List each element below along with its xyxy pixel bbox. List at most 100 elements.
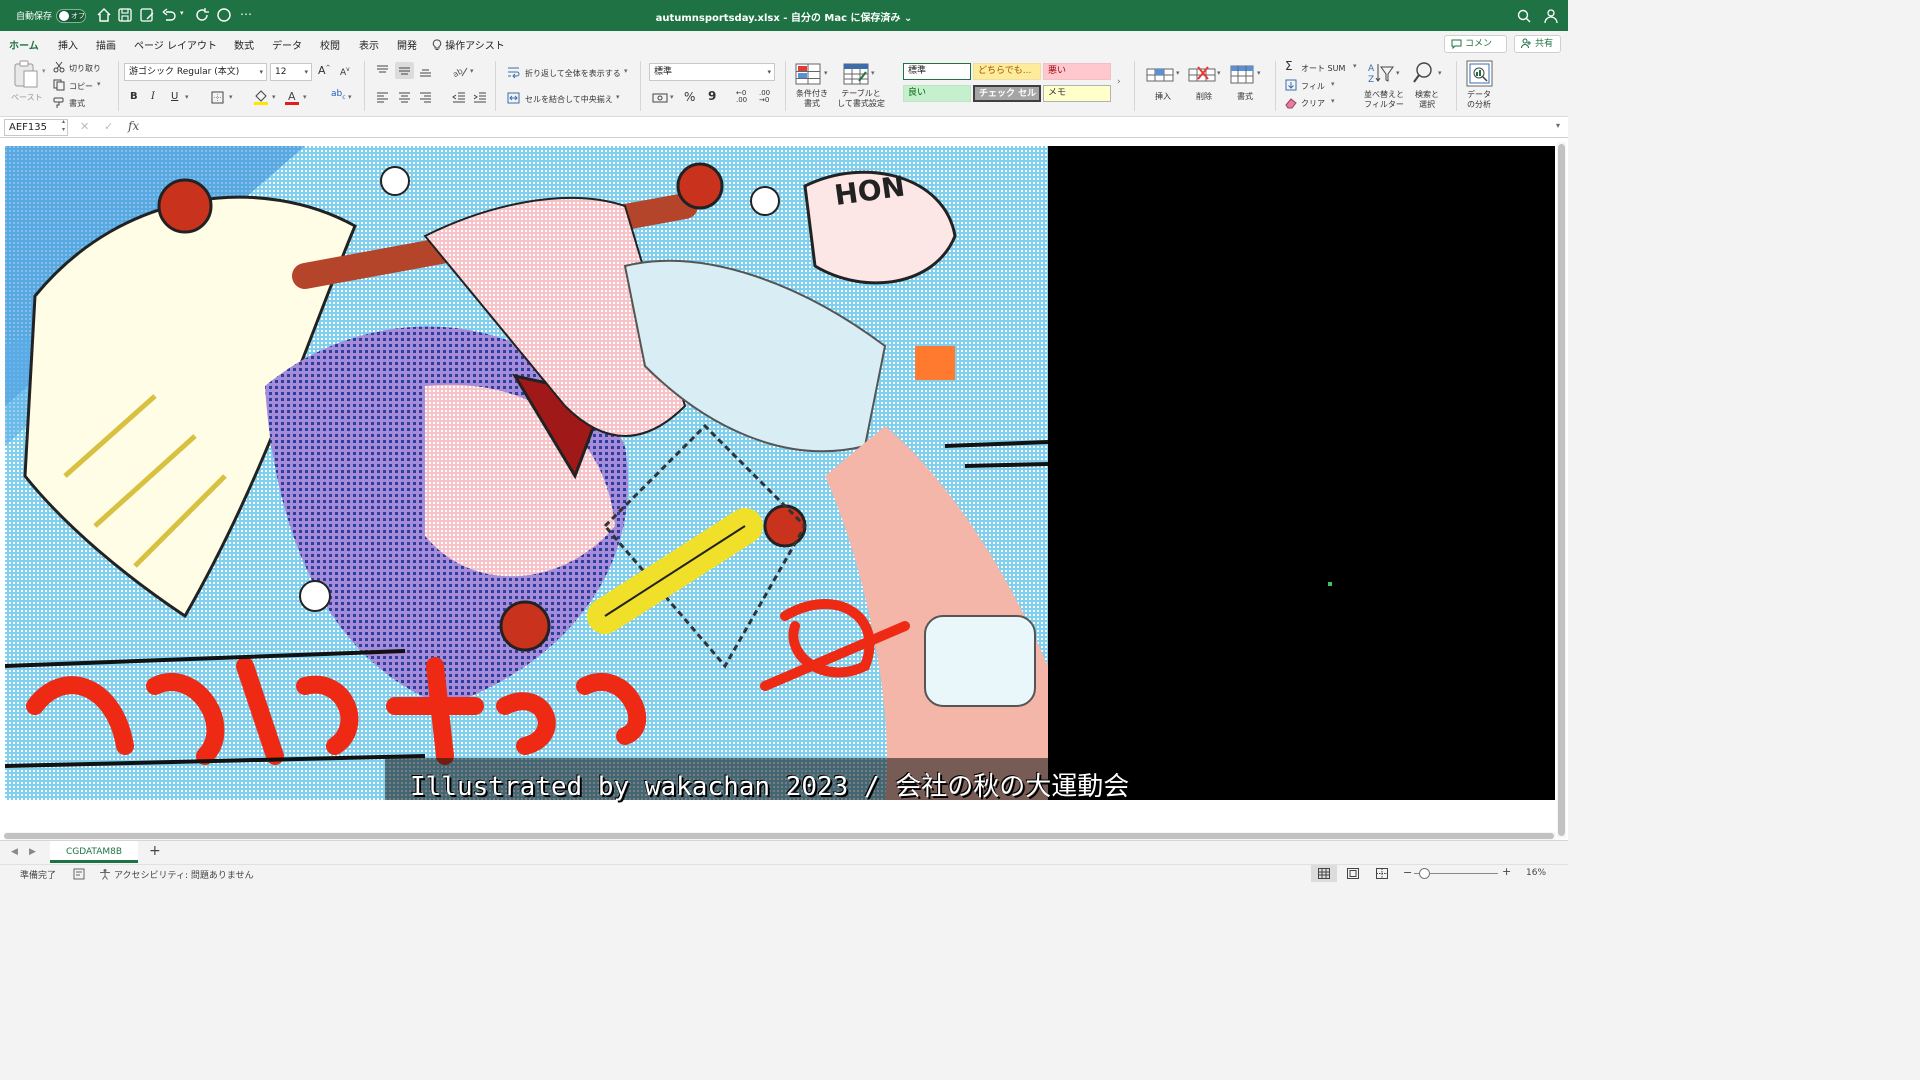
share-button[interactable]: 共有: [1514, 35, 1561, 53]
borders-dropdown-icon[interactable]: ▾: [229, 93, 233, 101]
tab-insert[interactable]: 挿入: [58, 37, 78, 52]
align-left-icon[interactable]: [376, 92, 389, 104]
zoom-out-icon[interactable]: −: [1403, 866, 1412, 879]
insert-function-button[interactable]: fx: [128, 119, 139, 133]
paste-icon[interactable]: [12, 60, 40, 90]
prev-sheet-icon[interactable]: ◀: [11, 847, 18, 857]
clear-label[interactable]: クリア: [1301, 98, 1325, 109]
format-as-table-icon[interactable]: [843, 63, 869, 85]
style-normal[interactable]: 標準: [903, 63, 971, 80]
search-icon[interactable]: [1516, 8, 1532, 24]
zoom-level[interactable]: 16%: [1526, 868, 1546, 878]
tab-tell-me[interactable]: 操作アシスト: [432, 37, 505, 52]
font-color-icon[interactable]: A: [284, 89, 300, 105]
tab-review[interactable]: 校閲: [320, 37, 340, 52]
wrap-text-icon[interactable]: [507, 66, 520, 79]
tab-home[interactable]: ホーム: [9, 37, 39, 58]
style-note[interactable]: メモ: [1043, 85, 1111, 102]
page-layout-view-icon[interactable]: [1347, 868, 1359, 879]
autosum-icon[interactable]: Σ: [1285, 59, 1293, 73]
fill-label[interactable]: フィル: [1301, 81, 1325, 92]
autosum-dropdown-icon[interactable]: ▾: [1353, 62, 1357, 70]
insert-dropdown-icon[interactable]: ▾: [1176, 69, 1180, 77]
macro-record-icon[interactable]: [73, 868, 85, 880]
style-good[interactable]: 良い: [903, 85, 971, 102]
conditional-dropdown-icon[interactable]: ▾: [824, 69, 828, 77]
font-name-dropdown[interactable]: 游ゴシック Regular (本文) ▾: [124, 63, 267, 81]
name-box-stepper-icon[interactable]: ▴ ▾: [62, 118, 65, 134]
style-bad[interactable]: 悪い: [1043, 63, 1111, 80]
sort-filter-label[interactable]: 並べ替えと フィルター: [1361, 90, 1407, 110]
format-dropdown-icon[interactable]: ▾: [1257, 69, 1261, 77]
clear-dropdown-icon[interactable]: ▾: [1331, 97, 1335, 105]
conditional-format-label[interactable]: 条件付き 書式: [793, 89, 831, 109]
font-size-dropdown[interactable]: 12 ▾: [270, 63, 312, 81]
number-format-dropdown[interactable]: 標準 ▾: [649, 63, 775, 81]
copy-dropdown-icon[interactable]: ▾: [97, 80, 101, 88]
worksheet-cells[interactable]: HON Illustrated by wakachan 2023 / 会社の秋の…: [5, 146, 1555, 802]
insert-label[interactable]: 挿入: [1155, 91, 1171, 102]
align-right-icon[interactable]: [419, 92, 432, 104]
paste-label[interactable]: ペースト: [11, 92, 43, 103]
format-cells-icon[interactable]: [1230, 63, 1254, 85]
tab-formulas[interactable]: 数式: [234, 37, 254, 52]
horizontal-scroll-thumb[interactable]: [4, 833, 1554, 839]
increase-indent-icon[interactable]: [473, 92, 487, 104]
paste-dropdown-icon[interactable]: ▾: [42, 67, 46, 75]
fill-color-dropdown-icon[interactable]: ▾: [272, 93, 276, 101]
underline-dropdown-icon[interactable]: ▾: [185, 93, 189, 101]
cancel-icon[interactable]: ✕: [80, 120, 89, 133]
delete-cells-icon[interactable]: [1188, 63, 1216, 85]
currency-icon[interactable]: [652, 92, 668, 104]
vertical-scroll-thumb[interactable]: [1558, 144, 1565, 836]
copy-icon[interactable]: [53, 79, 65, 91]
tab-data[interactable]: データ: [272, 37, 302, 52]
zoom-slider-knob[interactable]: [1419, 868, 1430, 879]
tab-view[interactable]: 表示: [359, 37, 379, 52]
merge-dropdown-icon[interactable]: ▾: [616, 93, 620, 101]
style-neutral[interactable]: どちらでも...: [973, 63, 1041, 80]
account-icon[interactable]: [1543, 8, 1559, 24]
underline-button[interactable]: U: [171, 91, 178, 102]
format-painter-icon[interactable]: [53, 97, 65, 109]
enter-icon[interactable]: ✓: [104, 120, 113, 133]
horizontal-scrollbar[interactable]: [4, 832, 1556, 840]
format-painter-label[interactable]: 書式: [69, 98, 85, 109]
selected-cell-marker[interactable]: [1328, 582, 1332, 586]
phonetic-dropdown-icon[interactable]: ▾: [348, 93, 352, 101]
tab-draw[interactable]: 描画: [96, 37, 116, 52]
copy-label[interactable]: コピー: [69, 81, 93, 92]
fill-down-icon[interactable]: [1285, 79, 1297, 91]
next-sheet-icon[interactable]: ▶: [29, 847, 36, 857]
insert-cells-icon[interactable]: [1146, 63, 1174, 85]
bold-button[interactable]: B: [130, 91, 138, 102]
decrease-decimal-icon[interactable]: .00 →0: [759, 90, 770, 104]
name-box[interactable]: AEF135 ▴ ▾: [4, 118, 68, 136]
phonetic-icon[interactable]: abc: [331, 89, 346, 101]
merge-center-icon[interactable]: [507, 92, 520, 104]
normal-view-icon[interactable]: [1318, 868, 1330, 879]
zoom-in-icon[interactable]: +: [1502, 865, 1511, 878]
add-sheet-icon[interactable]: +: [149, 843, 161, 859]
decrease-font-icon[interactable]: Av: [340, 66, 350, 78]
eraser-icon[interactable]: [1285, 97, 1297, 109]
currency-dropdown-icon[interactable]: ▾: [670, 93, 674, 101]
borders-icon[interactable]: [211, 91, 224, 104]
tab-developer[interactable]: 開発: [397, 37, 417, 52]
delete-label[interactable]: 削除: [1196, 91, 1212, 102]
italic-button[interactable]: I: [151, 91, 155, 102]
font-color-dropdown-icon[interactable]: ▾: [303, 93, 307, 101]
wrap-text-label[interactable]: 折り返して全体を表示する: [525, 68, 621, 79]
align-bottom-icon[interactable]: [419, 65, 432, 77]
increase-decimal-icon[interactable]: ←0.00: [736, 90, 747, 104]
find-dropdown-icon[interactable]: ▾: [1438, 69, 1442, 77]
vertical-scrollbar[interactable]: [1557, 142, 1566, 838]
table-format-dropdown-icon[interactable]: ▾: [871, 69, 875, 77]
delete-dropdown-icon[interactable]: ▾: [1217, 69, 1221, 77]
accessibility-icon[interactable]: [99, 868, 111, 880]
wrap-text-dropdown-icon[interactable]: ▾: [624, 67, 628, 75]
style-check-cell[interactable]: チェック セル: [973, 85, 1041, 102]
merge-center-label[interactable]: セルを結合して中央揃え: [525, 94, 613, 105]
align-center-icon[interactable]: [398, 92, 411, 104]
page-break-view-icon[interactable]: [1376, 868, 1388, 879]
